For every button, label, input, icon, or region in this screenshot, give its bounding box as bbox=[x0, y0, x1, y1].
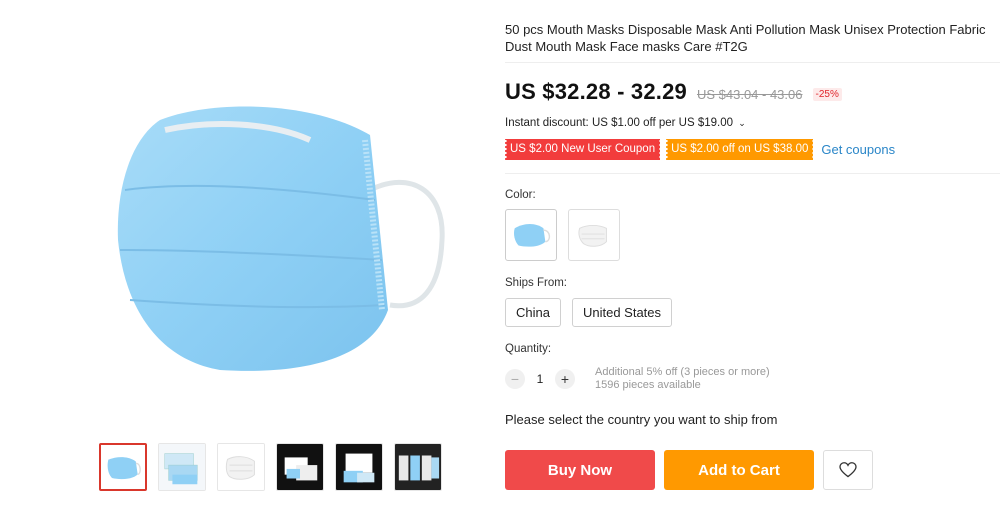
divider bbox=[505, 62, 1000, 63]
price-original: US $43.04 - 43.06 bbox=[696, 87, 803, 102]
quantity-minus-button[interactable]: − bbox=[505, 369, 525, 389]
thumbnail-white-mask[interactable] bbox=[217, 443, 265, 491]
action-buttons: Buy Now Add to Cart bbox=[505, 450, 873, 490]
quantity-stepper: − 1 + Additional 5% off (3 pieces or mor… bbox=[505, 366, 770, 392]
instant-discount-text: Instant discount: US $1.00 off per US $1… bbox=[505, 117, 734, 129]
thumbnail-blue-mask[interactable] bbox=[99, 443, 147, 491]
quantity-value[interactable]: 1 bbox=[525, 372, 555, 386]
pieces-available-text: 1596 pieces available bbox=[595, 379, 701, 391]
thumbnail-stack-of-masks[interactable] bbox=[158, 443, 206, 491]
ship-notice: Please select the country you want to sh… bbox=[505, 412, 778, 427]
coupon-row: US $2.00 New User Coupon US $2.00 off on… bbox=[503, 139, 895, 160]
buy-now-button[interactable]: Buy Now bbox=[505, 450, 655, 490]
thumbnail-box-with-blue-masks[interactable] bbox=[335, 443, 383, 491]
main-product-image[interactable] bbox=[70, 40, 490, 420]
color-label: Color: bbox=[505, 189, 536, 201]
additional-offer-text: Additional 5% off (3 pieces or more) bbox=[595, 366, 770, 378]
color-option-white[interactable] bbox=[568, 209, 620, 261]
quantity-plus-button[interactable]: + bbox=[555, 369, 575, 389]
quantity-info: Additional 5% off (3 pieces or more) 159… bbox=[595, 366, 770, 392]
thumbnail-mask-packs-row[interactable] bbox=[394, 443, 442, 491]
product-title: 50 pcs Mouth Masks Disposable Mask Anti … bbox=[505, 22, 986, 54]
store-coupon[interactable]: US $2.00 off on US $38.00 bbox=[664, 139, 816, 160]
price-current: US $32.28 - 32.29 bbox=[505, 79, 687, 104]
heart-icon bbox=[839, 462, 857, 478]
discount-badge: -25% bbox=[812, 88, 842, 101]
thumbnail-boxed-masks-dark[interactable] bbox=[276, 443, 324, 491]
ships-from-china[interactable]: China bbox=[505, 298, 561, 327]
new-user-coupon[interactable]: US $2.00 New User Coupon bbox=[503, 139, 662, 160]
get-coupons-link[interactable]: Get coupons bbox=[821, 142, 895, 157]
add-to-cart-button[interactable]: Add to Cart bbox=[664, 450, 814, 490]
ships-from-options: China United States bbox=[505, 298, 673, 327]
instant-discount[interactable]: Instant discount: US $1.00 off per US $1… bbox=[505, 117, 746, 129]
wishlist-button[interactable] bbox=[823, 450, 873, 490]
color-option-blue[interactable] bbox=[505, 209, 557, 261]
ships-from-united-states[interactable]: United States bbox=[571, 298, 673, 327]
chevron-down-icon[interactable]: ⌄ bbox=[738, 118, 746, 128]
thumbnail-strip bbox=[99, 443, 442, 491]
color-options bbox=[505, 209, 620, 261]
price-row: US $32.28 - 32.29 US $43.04 - 43.06 -25% bbox=[505, 79, 842, 105]
ships-from-label: Ships From: bbox=[505, 277, 567, 289]
divider bbox=[505, 173, 1000, 174]
quantity-label: Quantity: bbox=[505, 343, 552, 355]
